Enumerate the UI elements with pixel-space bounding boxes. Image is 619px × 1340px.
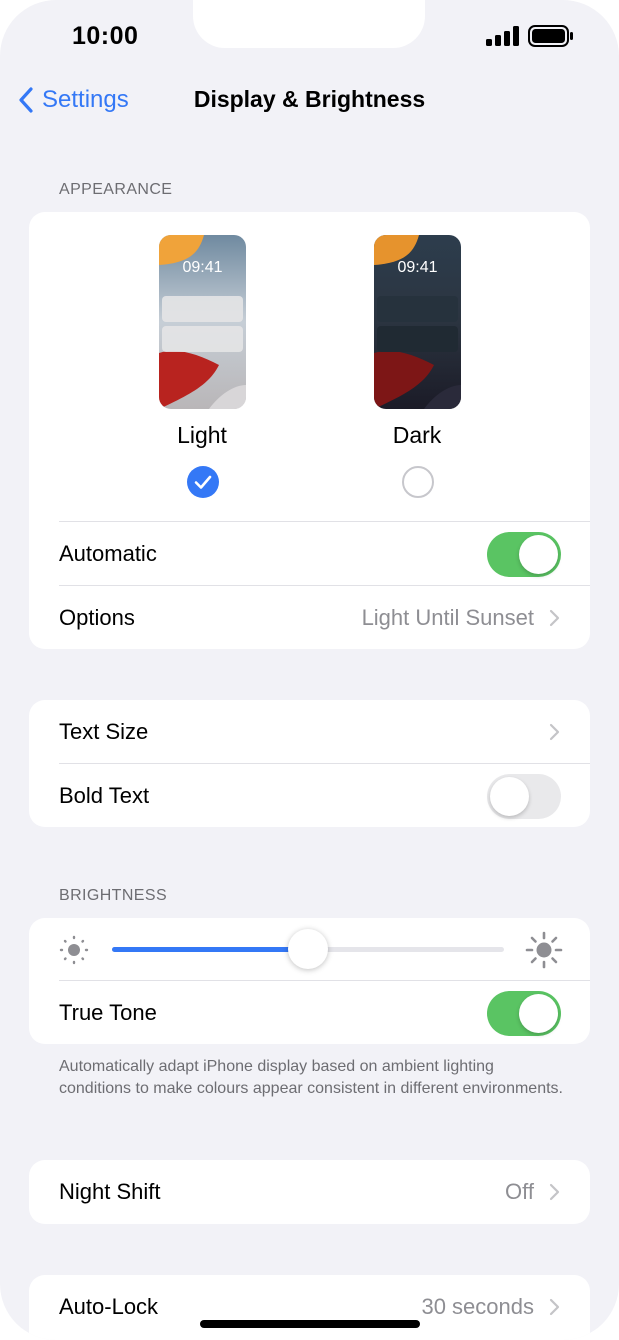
auto-lock-value: 30 seconds [421,1294,534,1319]
dark-preview-time: 09:41 [397,259,438,276]
brightness-card: True Tone [29,918,590,1044]
true-tone-toggle[interactable] [487,990,561,1036]
appearance-card: 09:41 Light 09:41 Dark Automatic Options… [29,212,590,649]
page-title: Display & Brightness [193,86,426,112]
bold-text-row: Bold Text [29,764,590,827]
brightness-slider-thumb[interactable] [288,929,328,969]
text-size-row[interactable]: Text Size [29,700,590,764]
bold-text-toggle[interactable] [487,773,561,819]
light-radio[interactable] [187,466,219,498]
text-card: Text Size Bold Text [29,700,590,827]
night-shift-value: Off [505,1179,534,1204]
chevron-right-icon [549,1298,560,1316]
chevron-right-icon [549,609,560,627]
sun-small-icon [59,935,89,965]
night-shift-row[interactable]: Night Shift Off [29,1160,590,1224]
appearance-option-dark[interactable]: 09:41 Dark [347,212,487,512]
true-tone-footnote: Automatically adapt iPhone display based… [59,1058,563,1097]
chevron-right-icon [549,723,560,741]
true-tone-label: True Tone [59,1000,157,1025]
phone-screen: 10:00 Settings Display & Brightness APPE… [0,0,619,1340]
light-preview-image: 09:41 [159,235,246,409]
text-size-label: Text Size [59,719,149,744]
dark-label: Dark [392,422,442,448]
automatic-toggle[interactable] [487,531,561,577]
night-shift-card: Night Shift Off [29,1160,590,1224]
toggle-knob [519,534,558,574]
brightness-section-header: BRIGHTNESS [59,887,168,904]
options-row[interactable]: Options Light Until Sunset [29,586,590,649]
auto-lock-row[interactable]: Auto-Lock 30 seconds [29,1275,590,1339]
auto-lock-card: Auto-Lock 30 seconds [29,1275,590,1340]
automatic-label: Automatic [59,541,157,566]
options-label: Options [59,605,135,630]
true-tone-row: True Tone [29,981,590,1044]
appearance-option-light[interactable]: 09:41 Light [132,212,272,512]
appearance-section-header: APPEARANCE [59,181,173,198]
night-shift-label: Night Shift [59,1179,161,1204]
status-time: 10:00 [72,22,139,50]
brightness-slider-fill [112,947,308,952]
home-indicator [200,1320,420,1328]
notch [193,0,425,48]
dark-radio[interactable] [402,466,434,498]
brightness-slider-row [29,918,590,980]
brightness-slider[interactable] [112,929,504,969]
toggle-knob [490,776,529,816]
light-preview-time: 09:41 [182,259,223,276]
sun-large-icon [525,931,563,969]
cellular-signal-icon [486,26,519,46]
dark-preview-image: 09:41 [374,235,461,409]
auto-lock-label: Auto-Lock [59,1294,159,1319]
chevron-right-icon [549,1183,560,1201]
checkmark-icon [194,475,212,489]
toggle-knob [519,993,558,1033]
bold-text-label: Bold Text [59,783,150,808]
battery-icon [528,25,573,47]
automatic-row: Automatic [29,522,590,586]
light-label: Light [177,422,227,448]
options-value: Light Until Sunset [361,605,534,630]
